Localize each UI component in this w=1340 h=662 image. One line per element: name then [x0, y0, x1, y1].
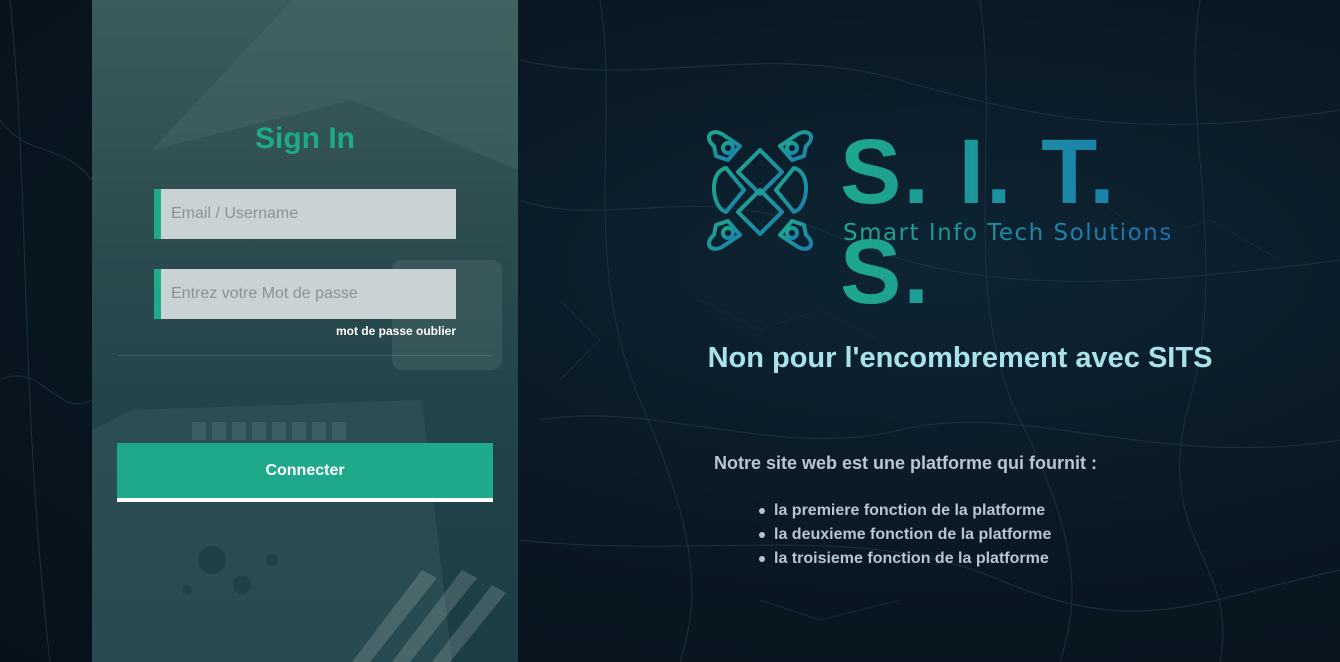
- password-input[interactable]: [161, 269, 456, 319]
- feature-list: la premiere fonction de la platforme la …: [759, 499, 1052, 571]
- brand-tagline: Smart Info Tech Solutions: [843, 220, 1173, 246]
- list-item: la premiere fonction de la platforme: [759, 499, 1051, 523]
- list-item: la deuxieme fonction de la platforme: [759, 523, 1052, 547]
- hero-intro: Notre site web est une platforme qui fou…: [714, 453, 1098, 473]
- feature-label: la troisieme fonction de la platforme: [774, 550, 1049, 567]
- divider: [118, 355, 492, 356]
- brand-logo: S. I. T. S. Smart Info Tech Solutions: [700, 122, 1220, 322]
- disc-bullet-icon: [759, 508, 765, 514]
- list-item: la troisieme fonction de la platforme: [759, 547, 1051, 571]
- login-panel: Sign In mot de passe oublier Connecter: [92, 0, 518, 662]
- puzzle-cross-logo-icon: [706, 130, 814, 251]
- feature-label: la deuxieme fonction de la platforme: [774, 526, 1052, 543]
- hero-headline: Non pour l'encombrement avec SITS: [707, 342, 1213, 374]
- email-input[interactable]: [161, 189, 456, 239]
- disc-bullet-icon: [759, 556, 765, 562]
- password-field: [154, 269, 456, 319]
- disc-bullet-icon: [759, 532, 765, 538]
- connect-button[interactable]: Connecter: [117, 443, 493, 502]
- feature-label: la premiere fonction de la platforme: [774, 502, 1046, 519]
- forgot-password-link[interactable]: mot de passe oublier: [336, 324, 456, 338]
- sign-in-title: Sign In: [255, 122, 355, 155]
- email-field: [154, 189, 456, 239]
